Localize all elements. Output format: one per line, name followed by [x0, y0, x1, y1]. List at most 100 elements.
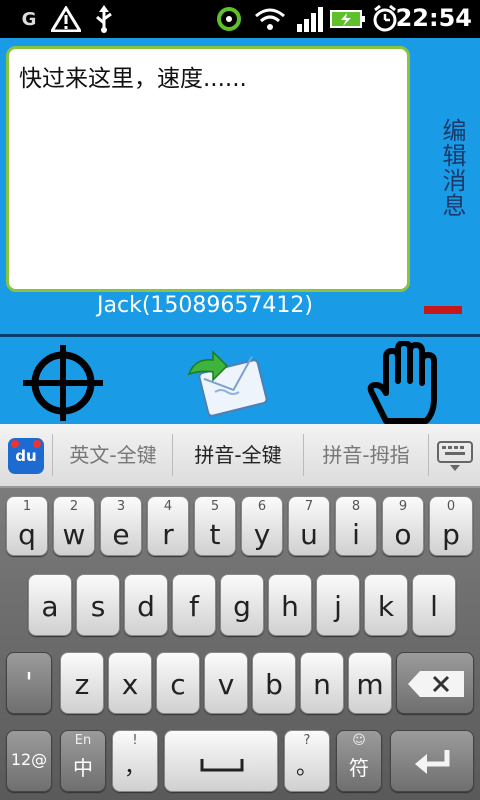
key-letter: u — [300, 518, 318, 551]
signal-icon — [294, 6, 324, 32]
baidu-logo-icon[interactable]: du — [8, 438, 44, 474]
keyboard-toggle-button[interactable] — [436, 440, 474, 472]
key-letter: n — [313, 668, 331, 701]
key-number: 0 — [446, 499, 456, 514]
key-letter: z — [74, 668, 90, 701]
key-language-switch[interactable]: En 中 — [60, 730, 106, 792]
edit-message-label[interactable]: 编辑消息 — [430, 118, 470, 238]
message-input[interactable]: 快过来这里，速度...... — [6, 46, 410, 292]
key-letter: ' — [25, 666, 33, 699]
key-f[interactable]: f — [172, 574, 216, 636]
key-number: 6 — [257, 499, 267, 514]
key-letter: e — [112, 518, 130, 551]
wifi-icon — [254, 6, 286, 32]
key-k[interactable]: k — [364, 574, 408, 636]
key-letter: k — [377, 590, 395, 623]
send-mail-icon — [187, 350, 268, 417]
key-comma[interactable]: ! ， — [112, 730, 158, 792]
key-q[interactable]: 1q — [6, 496, 48, 556]
key-number: 3 — [116, 499, 126, 514]
key-c[interactable]: c — [156, 652, 200, 714]
status-bar: G 22:54 — [0, 0, 480, 38]
send-message-button[interactable] — [184, 342, 270, 424]
key-period[interactable]: ? 。 — [284, 730, 330, 792]
key-letter: a — [41, 590, 59, 623]
key-label: 。 — [295, 755, 318, 780]
key-e[interactable]: 3e — [100, 496, 142, 556]
mode-pinyin-full[interactable]: 拼音-全键 — [173, 424, 303, 486]
key-space[interactable] — [164, 730, 278, 792]
key-w[interactable]: 2w — [53, 496, 95, 556]
key-m[interactable]: m — [348, 652, 392, 714]
key-letter: h — [281, 590, 299, 623]
locate-button[interactable] — [20, 342, 106, 424]
key-apostrophe[interactable]: ' — [6, 652, 52, 714]
key-letter: o — [394, 518, 412, 551]
logo-label: du — [15, 447, 37, 465]
red-indicator-bar — [424, 306, 462, 314]
mode-english-full[interactable]: 英文-全键 — [54, 424, 172, 486]
key-number: 5 — [210, 499, 220, 514]
key-emoji-symbols[interactable]: ☺ 符 — [336, 730, 382, 792]
hand-button[interactable] — [356, 341, 456, 424]
key-y[interactable]: 6y — [241, 496, 283, 556]
enter-icon — [415, 750, 450, 774]
key-letter: j — [334, 590, 342, 623]
key-label: 中 — [73, 756, 93, 780]
key-number: 7 — [304, 499, 314, 514]
key-letter: c — [170, 668, 186, 701]
key-j[interactable]: j — [316, 574, 360, 636]
key-r[interactable]: 4r — [147, 496, 189, 556]
soft-keyboard: 1q 2w 3e 4r 5t 6y 7u 8i 9o 0p a s d f g … — [0, 488, 480, 800]
key-label: 12@ — [10, 750, 48, 769]
mode-pinyin-thumb[interactable]: 拼音-拇指 — [304, 424, 428, 486]
key-g[interactable]: g — [220, 574, 264, 636]
divider — [0, 334, 480, 337]
smiley-icon: ☺ — [352, 733, 366, 748]
backspace-icon — [408, 671, 464, 697]
key-p[interactable]: 0p — [429, 496, 473, 556]
key-v[interactable]: v — [204, 652, 248, 714]
battery-icon — [330, 6, 366, 32]
key-o[interactable]: 9o — [382, 496, 424, 556]
key-backspace[interactable] — [396, 652, 474, 714]
key-letter: l — [430, 590, 438, 623]
key-top-label: ? — [303, 733, 311, 748]
key-label: ， — [123, 755, 146, 780]
key-enter[interactable] — [390, 730, 474, 792]
key-label: 符 — [349, 756, 369, 780]
key-top-label: En — [74, 733, 92, 748]
key-h[interactable]: h — [268, 574, 312, 636]
space-icon — [200, 759, 244, 772]
status-time: 22:54 — [395, 4, 472, 32]
key-a[interactable]: a — [28, 574, 72, 636]
key-top-label: ! — [132, 733, 138, 748]
key-number: 4 — [163, 499, 173, 514]
key-letter: x — [121, 668, 139, 701]
key-b[interactable]: b — [252, 652, 296, 714]
key-u[interactable]: 7u — [288, 496, 330, 556]
key-symbols-mode[interactable]: 12@ — [6, 730, 52, 792]
key-x[interactable]: x — [108, 652, 152, 714]
key-d[interactable]: d — [124, 574, 168, 636]
key-letter: d — [137, 590, 155, 623]
usb-icon — [90, 5, 118, 33]
key-letter: v — [217, 668, 235, 701]
key-letter: y — [253, 518, 271, 551]
key-i[interactable]: 8i — [335, 496, 377, 556]
g-carrier-icon: G — [21, 8, 37, 30]
key-letter: b — [265, 668, 283, 701]
key-n[interactable]: n — [300, 652, 344, 714]
key-t[interactable]: 5t — [194, 496, 236, 556]
key-s[interactable]: s — [76, 574, 120, 636]
key-letter: g — [233, 590, 251, 623]
key-letter: m — [356, 668, 384, 701]
key-l[interactable]: l — [412, 574, 456, 636]
key-z[interactable]: z — [60, 652, 104, 714]
app-content: 快过来这里，速度...... 编辑消息 Jack(15089657412) — [0, 38, 480, 424]
key-number: 8 — [351, 499, 361, 514]
key-letter: i — [352, 518, 360, 551]
key-letter: p — [442, 518, 460, 551]
hand-icon — [367, 341, 437, 424]
key-letter: s — [90, 590, 106, 623]
